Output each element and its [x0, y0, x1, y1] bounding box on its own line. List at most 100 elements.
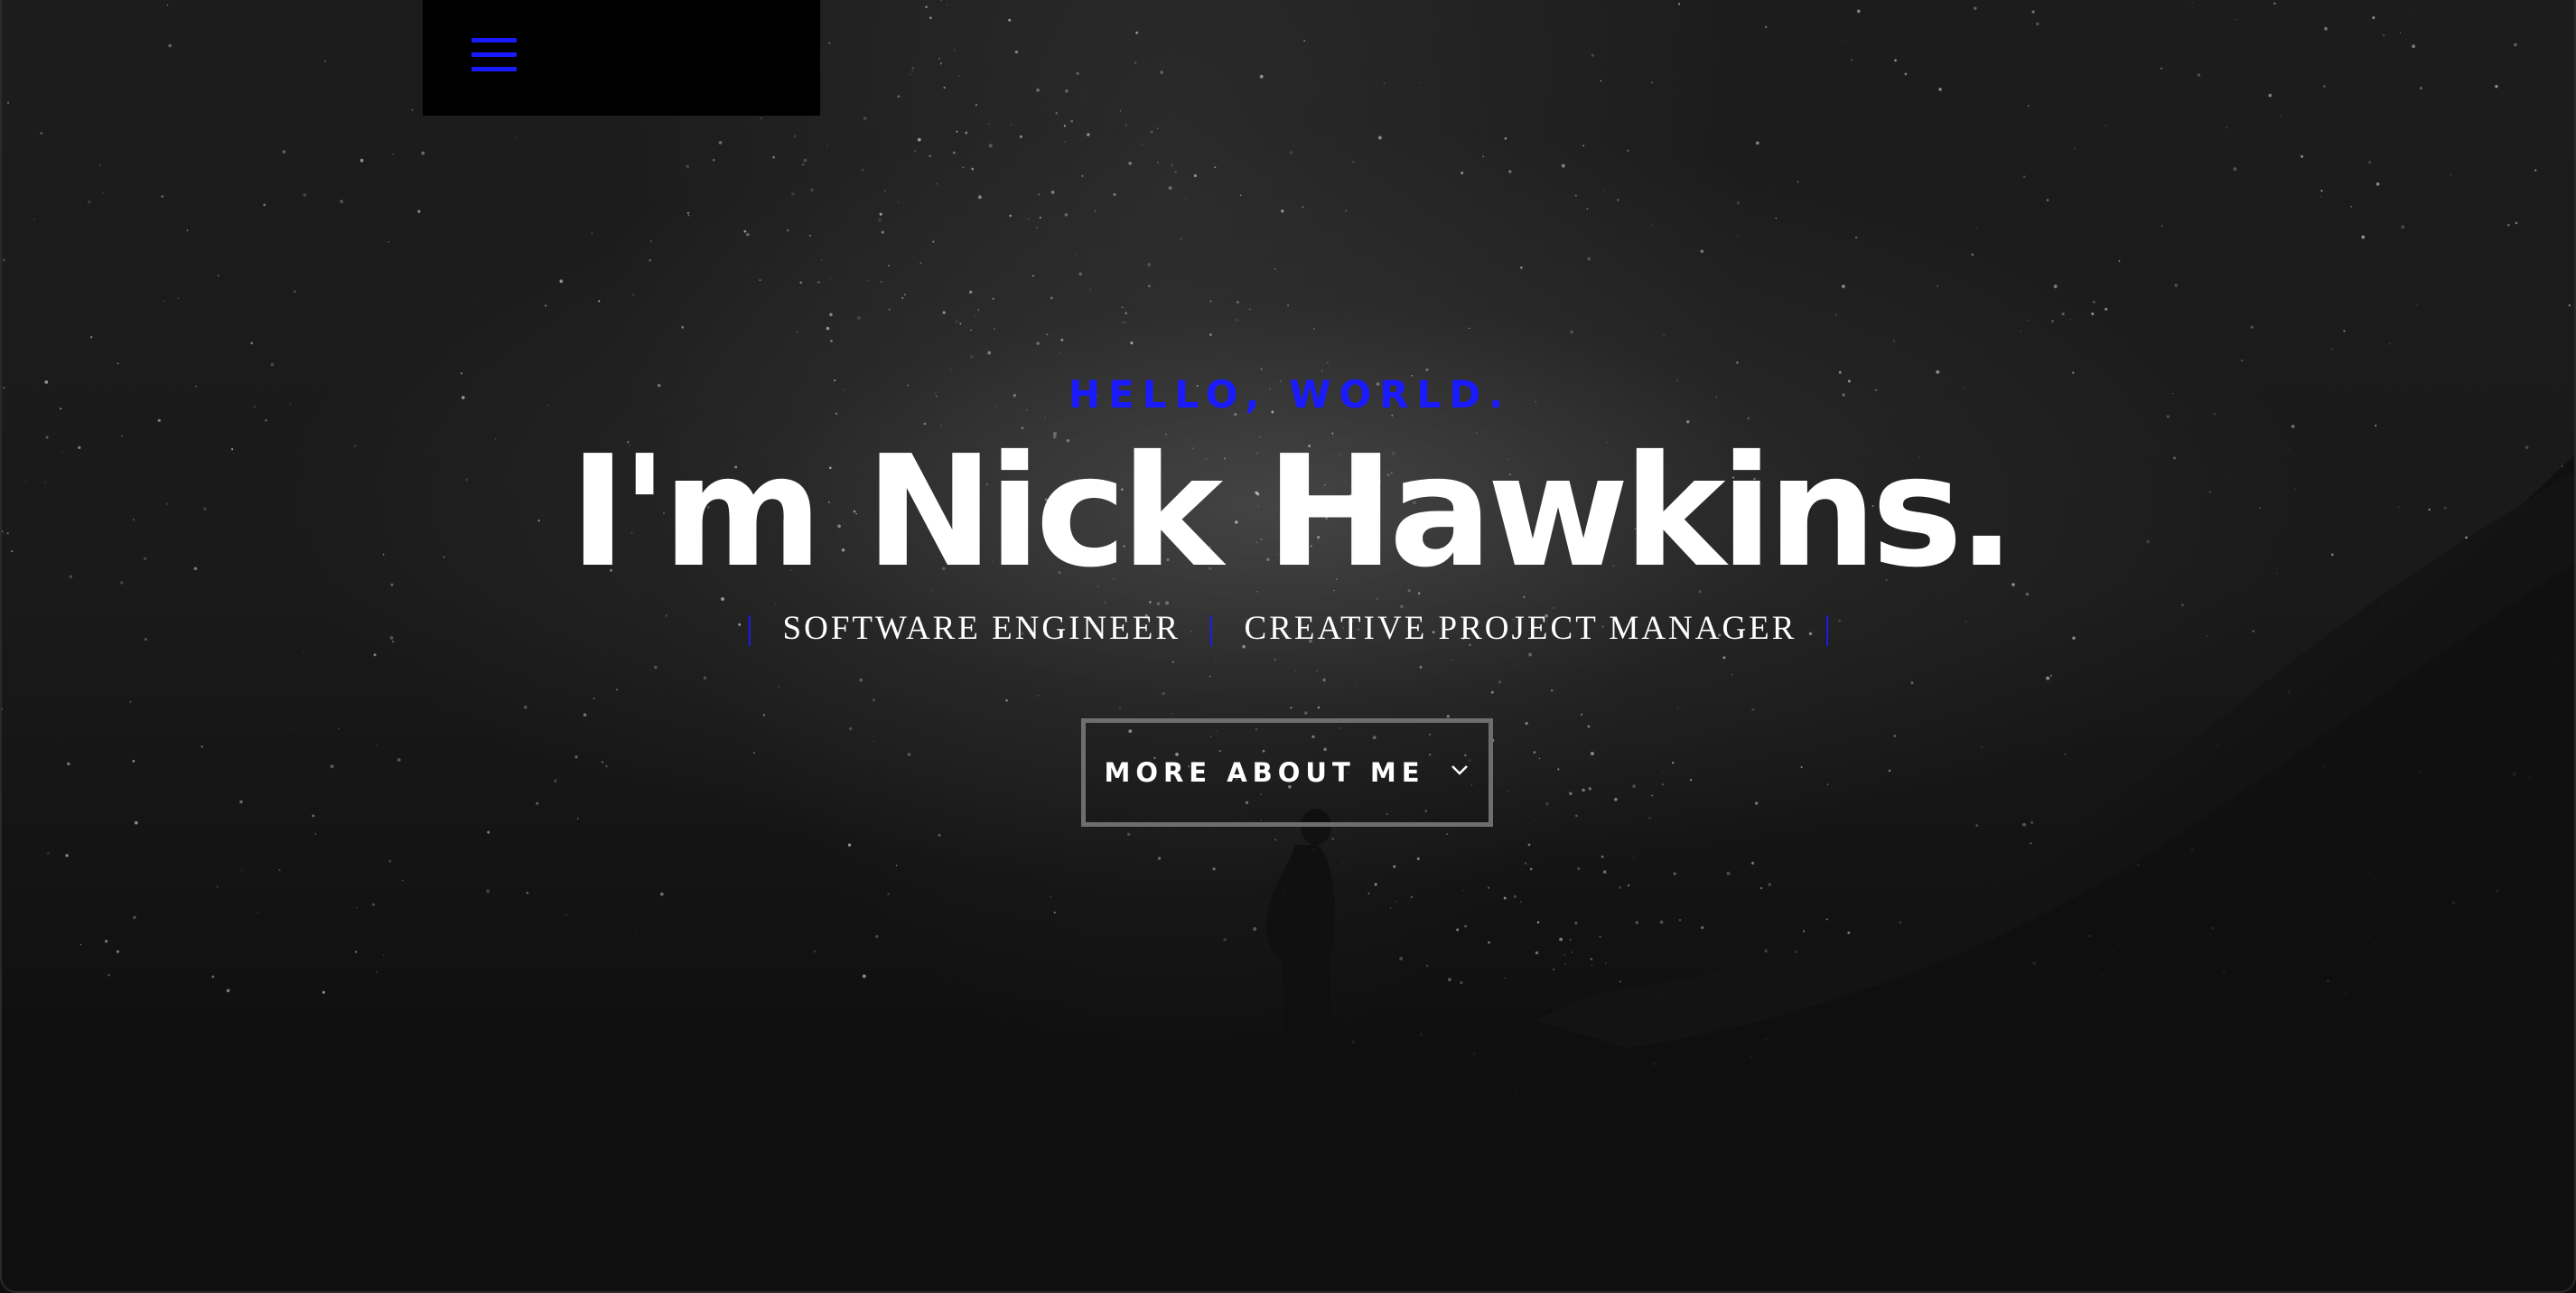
star: [793, 135, 797, 138]
star: [1975, 824, 1979, 827]
star: [829, 278, 831, 280]
star: [1283, 914, 1285, 915]
star: [1043, 196, 1045, 198]
star: [1657, 995, 1661, 999]
star: [1545, 231, 1546, 233]
star: [1759, 886, 1763, 890]
star: [1236, 300, 1240, 304]
star: [1078, 272, 1083, 276]
star: [1587, 257, 1591, 261]
star: [1111, 211, 1113, 213]
star: [294, 290, 296, 294]
star: [1287, 304, 1290, 307]
star: [942, 311, 946, 314]
more-about-me-button[interactable]: MORE ABOUT ME: [1081, 718, 1493, 827]
star: [887, 893, 890, 895]
star: [2191, 2, 2193, 4]
star: [2412, 44, 2415, 49]
star: [1771, 1092, 1772, 1093]
star: [2, 258, 5, 262]
star: [2110, 267, 2112, 269]
star: [1672, 762, 1675, 764]
star: [486, 889, 490, 894]
star: [879, 212, 882, 216]
star: [1616, 199, 1619, 201]
star: [40, 131, 43, 135]
star: [2, 707, 4, 710]
star: [2030, 820, 2034, 824]
star: [1147, 263, 1152, 267]
star: [1497, 782, 1499, 785]
star: [250, 342, 254, 345]
star: [1834, 314, 1837, 316]
star: [1162, 691, 1165, 696]
star: [829, 339, 833, 342]
star: [166, 4, 169, 6]
more-about-me-label: MORE ABOUT ME: [1104, 757, 1425, 788]
star: [866, 280, 868, 282]
star: [132, 760, 135, 763]
star: [1800, 765, 1803, 769]
hamburger-menu-icon[interactable]: [471, 36, 517, 76]
star: [574, 755, 578, 759]
star: [746, 232, 750, 237]
star: [2087, 934, 2092, 938]
star: [1352, 161, 1355, 164]
star: [1571, 951, 1573, 953]
star: [2203, 963, 2206, 965]
star: [2301, 155, 2304, 158]
star: [290, 727, 291, 729]
star: [810, 188, 814, 192]
star: [907, 753, 911, 756]
star: [116, 950, 119, 953]
star: [2372, 16, 2375, 20]
star: [1553, 968, 1555, 970]
star: [375, 970, 378, 973]
star: [981, 111, 983, 113]
star: [33, 219, 35, 220]
hamburger-line: [471, 67, 517, 71]
star: [168, 43, 172, 48]
star: [897, 95, 901, 98]
star: [2070, 318, 2071, 320]
star: [1574, 194, 1577, 197]
star: [1171, 164, 1173, 166]
star: [98, 164, 101, 166]
star: [863, 117, 867, 120]
star: [1383, 82, 1386, 85]
star: [1160, 70, 1164, 75]
star: [1303, 39, 1306, 42]
star: [1527, 843, 1531, 847]
star: [1302, 206, 1304, 208]
star: [747, 265, 749, 267]
star: [373, 653, 377, 657]
star: [666, 925, 667, 927]
star: [2197, 73, 2201, 77]
star: [955, 320, 958, 323]
star: [1755, 801, 1759, 805]
star: [1345, 210, 1348, 211]
star: [477, 295, 479, 297]
star: [1515, 1091, 1518, 1094]
star: [1633, 857, 1635, 858]
star: [1689, 778, 1693, 782]
star: [616, 689, 618, 691]
star: [803, 158, 807, 163]
star: [1462, 889, 1464, 891]
star: [2273, 2, 2276, 5]
hamburger-line: [471, 52, 517, 57]
star: [1663, 333, 1666, 336]
star: [909, 73, 911, 76]
star: [129, 700, 132, 703]
star: [2174, 283, 2179, 287]
star: [1958, 977, 1961, 979]
star: [1570, 330, 1574, 334]
star: [1507, 790, 1509, 792]
star: [1529, 867, 1533, 871]
star: [487, 830, 490, 834]
star: [1185, 197, 1187, 200]
star: [1569, 939, 1572, 941]
star: [1525, 721, 1528, 726]
star: [2226, 126, 2228, 129]
star: [796, 331, 798, 333]
